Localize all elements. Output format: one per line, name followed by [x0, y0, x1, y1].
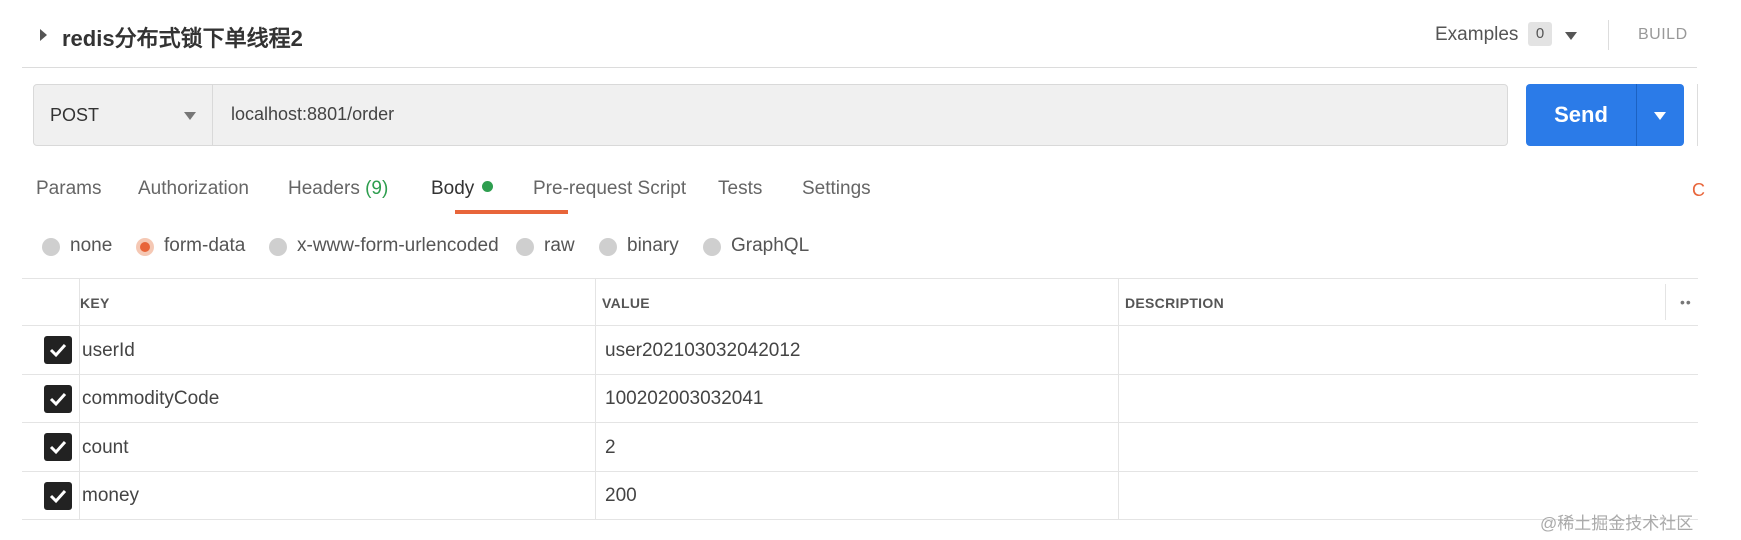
divider [1697, 84, 1698, 146]
examples-dropdown-icon[interactable] [1565, 32, 1577, 40]
radio-circle[interactable] [599, 238, 617, 256]
divider [1636, 84, 1637, 146]
tab-headers[interactable]: Headers (9) [288, 178, 388, 200]
send-options-dropdown-icon[interactable] [1654, 112, 1666, 120]
value-column-header: VALUE [602, 295, 650, 311]
send-button[interactable]: Send [1526, 84, 1684, 146]
column-divider [1665, 284, 1666, 320]
active-dot-icon [482, 181, 494, 192]
cookies-link-partial[interactable]: C [1692, 180, 1705, 201]
method-select[interactable]: POST [33, 84, 213, 146]
radio-label: none [70, 235, 113, 256]
row-checkbox[interactable] [44, 385, 72, 413]
tab-authorization[interactable]: Authorization [138, 178, 249, 200]
table-row: userId user202103032042012 [22, 326, 1698, 375]
row-checkbox[interactable] [44, 482, 72, 510]
column-divider[interactable] [1118, 278, 1119, 520]
checkmark-icon [49, 392, 67, 407]
tab-pre-request-script[interactable]: Pre-request Script [533, 178, 686, 200]
method-label: POST [50, 105, 100, 125]
key-cell[interactable]: userId [82, 340, 135, 362]
radio-circle[interactable] [516, 238, 534, 256]
row-checkbox[interactable] [44, 433, 72, 461]
value-cell[interactable]: 2 [605, 437, 616, 459]
request-title-bar: redis分布式锁下单线程2 Examples 0 BUILD [22, 0, 1697, 68]
headers-count: (9) [365, 178, 389, 199]
value-cell[interactable]: 200 [605, 485, 637, 507]
table-header-row: KEY VALUE DESCRIPTION •• [22, 278, 1698, 326]
radio-label: GraphQL [731, 235, 810, 256]
table-row: count 2 [22, 423, 1698, 472]
divider [1608, 20, 1609, 50]
description-column-header: DESCRIPTION [1125, 295, 1224, 311]
request-title[interactable]: redis分布式锁下单线程2 [62, 21, 303, 53]
key-column-header: KEY [80, 295, 110, 311]
column-divider[interactable] [595, 278, 596, 520]
tab-tests[interactable]: Tests [718, 178, 762, 200]
radio-circle[interactable] [703, 238, 721, 256]
radio-circle[interactable] [269, 238, 287, 256]
watermark: @稀土掘金技术社区 [1540, 514, 1694, 533]
more-options-icon[interactable]: •• [1680, 294, 1692, 310]
tab-label: Body [431, 178, 475, 199]
checkmark-icon [49, 489, 67, 504]
checkmark-icon [49, 440, 67, 455]
radio-label: form-data [164, 235, 246, 256]
send-label: Send [1554, 102, 1608, 127]
tab-body[interactable]: Body [431, 178, 494, 200]
tab-params[interactable]: Params [36, 178, 101, 200]
key-cell[interactable]: money [82, 485, 139, 507]
tab-label: Headers [288, 178, 360, 199]
chevron-down-icon [184, 112, 196, 120]
radio-circle[interactable] [42, 238, 60, 256]
row-checkbox[interactable] [44, 336, 72, 364]
value-cell[interactable]: 100202003032041 [605, 388, 764, 410]
radio-label: x-www-form-urlencoded [297, 235, 499, 256]
active-tab-indicator [455, 210, 568, 214]
table-row: money 200 [22, 472, 1698, 520]
radio-label: raw [544, 235, 575, 256]
build-button[interactable]: BUILD [1638, 26, 1688, 44]
url-text: localhost:8801/order [231, 104, 395, 124]
radio-circle-selected[interactable] [136, 238, 154, 256]
examples-label[interactable]: Examples [1435, 24, 1518, 46]
url-input[interactable]: localhost:8801/order [212, 84, 1508, 146]
value-cell[interactable]: user202103032042012 [605, 340, 800, 362]
tab-settings[interactable]: Settings [802, 178, 871, 200]
key-cell[interactable]: commodityCode [82, 388, 219, 410]
examples-count-badge: 0 [1528, 22, 1552, 46]
key-cell[interactable]: count [82, 437, 128, 459]
radio-label: binary [627, 235, 679, 256]
table-row: commodityCode 100202003032041 [22, 375, 1698, 423]
expand-caret-icon[interactable] [40, 29, 47, 41]
column-divider [79, 278, 80, 520]
checkmark-icon [49, 343, 67, 358]
